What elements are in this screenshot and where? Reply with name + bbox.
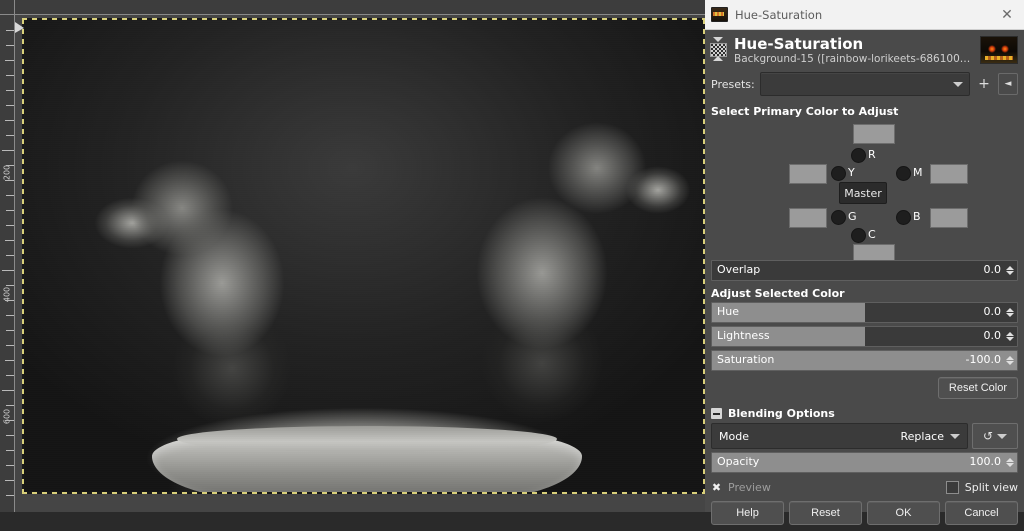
mode-combo[interactable]: Mode Replace: [711, 423, 968, 449]
mode-reset-menu[interactable]: ↺: [972, 423, 1018, 449]
opacity-slider[interactable]: Opacity 100.0: [711, 452, 1018, 473]
mode-value: Replace: [900, 430, 944, 443]
dialog-header: Hue-Saturation Background-15 ([rainbow-l…: [705, 30, 1024, 70]
saturation-label: Saturation: [717, 353, 774, 366]
label-b: B: [913, 210, 921, 223]
dialog-button-bar: Help Reset OK Cancel: [705, 498, 1024, 531]
reset-color-button[interactable]: Reset Color: [938, 377, 1018, 399]
label-c: C: [868, 228, 876, 241]
hue-stepper[interactable]: [1004, 304, 1016, 321]
help-button[interactable]: Help: [711, 501, 784, 525]
split-view-checkbox[interactable]: [946, 481, 959, 494]
preview-checkbox[interactable]: ✖: [711, 482, 722, 493]
dialog-heading: Hue-Saturation: [734, 36, 974, 52]
mode-label: Mode: [719, 430, 900, 443]
presets-row: Presets: + ◄: [705, 70, 1024, 102]
overlap-stepper[interactable]: [1004, 262, 1016, 279]
swatch-y[interactable]: [789, 164, 827, 184]
radio-m[interactable]: [896, 166, 911, 181]
presets-combo[interactable]: [760, 72, 970, 96]
reset-color-row: Reset Color: [705, 374, 1024, 403]
label-y: Y: [848, 166, 855, 179]
radio-b[interactable]: [896, 210, 911, 225]
adjust-section-title: Adjust Selected Color: [705, 284, 1024, 302]
opacity-stepper[interactable]: [1004, 454, 1016, 471]
opacity-value: 100.0: [970, 455, 1002, 468]
hue-slider[interactable]: Hue 0.0: [711, 302, 1018, 323]
radio-g[interactable]: [831, 210, 846, 225]
lightness-value: 0.0: [984, 329, 1002, 342]
chevron-down-icon: [997, 434, 1007, 439]
horizontal-ruler[interactable]: [14, 0, 705, 15]
split-view-label: Split view: [965, 481, 1018, 494]
mode-row: Mode Replace ↺: [705, 423, 1024, 452]
lightness-label: Lightness: [717, 329, 770, 342]
gimp-app-icon: [711, 7, 728, 22]
preview-label: Preview: [728, 481, 771, 494]
image-thumbnail: [980, 36, 1018, 64]
preset-menu-button[interactable]: ◄: [998, 73, 1018, 95]
master-button[interactable]: Master: [839, 182, 887, 204]
image-canvas-area[interactable]: 200 400 600: [0, 0, 705, 512]
ruler-label-600: 600: [3, 404, 12, 430]
cancel-button[interactable]: Cancel: [945, 501, 1018, 525]
close-icon[interactable]: ✕: [996, 4, 1018, 26]
chevron-down-icon: [953, 82, 963, 87]
ruler-label-200: 200: [3, 160, 12, 186]
hue-label: Hue: [717, 305, 739, 318]
swatch-b[interactable]: [930, 208, 968, 228]
swatch-m[interactable]: [930, 164, 968, 184]
ok-button[interactable]: OK: [867, 501, 940, 525]
overlap-slider[interactable]: Overlap 0.0: [711, 260, 1018, 281]
saturation-value: -100.0: [966, 353, 1001, 366]
primary-color-section-title: Select Primary Color to Adjust: [705, 102, 1024, 120]
dialog-titlebar[interactable]: Hue-Saturation ✕: [705, 0, 1024, 30]
label-m: M: [913, 166, 923, 179]
chevron-down-icon: [950, 434, 960, 439]
window-title: Hue-Saturation: [735, 8, 996, 22]
overlap-value: 0.0: [984, 263, 1002, 276]
vertical-ruler[interactable]: 200 400 600: [0, 0, 15, 512]
primary-color-selector: R Y M Master G B C: [711, 120, 1018, 260]
opacity-label: Opacity: [717, 455, 759, 468]
image-viewport[interactable]: [22, 18, 705, 494]
ruler-origin-corner[interactable]: [0, 0, 15, 15]
radio-r[interactable]: [851, 148, 866, 163]
hue-saturation-dialog: Hue-Saturation ✕ Hue-Saturation Backgrou…: [705, 0, 1024, 512]
presets-label: Presets:: [711, 78, 755, 91]
radio-y[interactable]: [831, 166, 846, 181]
dialog-subheading: Background-15 ([rainbow-lorikeets-686100…: [734, 52, 974, 66]
layer-preview-badge: [709, 36, 727, 62]
reset-button[interactable]: Reset: [789, 501, 862, 525]
footer-checkboxes: ✖ Preview Split view: [705, 476, 1024, 498]
label-r: R: [868, 148, 876, 161]
lightness-slider[interactable]: Lightness 0.0: [711, 326, 1018, 347]
photo-grain-overlay: [22, 18, 705, 494]
add-preset-button[interactable]: +: [975, 74, 993, 94]
radio-c[interactable]: [851, 228, 866, 243]
label-g: G: [848, 210, 857, 223]
gimp-window: 200 400 600: [0, 0, 1024, 512]
overlap-label: Overlap: [717, 263, 760, 276]
saturation-stepper[interactable]: [1004, 352, 1016, 369]
swatch-r[interactable]: [853, 124, 895, 144]
hue-value: 0.0: [984, 305, 1002, 318]
lightness-stepper[interactable]: [1004, 328, 1016, 345]
blending-options-label: Blending Options: [728, 407, 835, 420]
blending-options-header[interactable]: Blending Options: [705, 403, 1024, 423]
undo-icon: ↺: [983, 429, 993, 443]
saturation-slider[interactable]: Saturation -100.0: [711, 350, 1018, 371]
swatch-g[interactable]: [789, 208, 827, 228]
collapse-icon[interactable]: [711, 408, 722, 419]
